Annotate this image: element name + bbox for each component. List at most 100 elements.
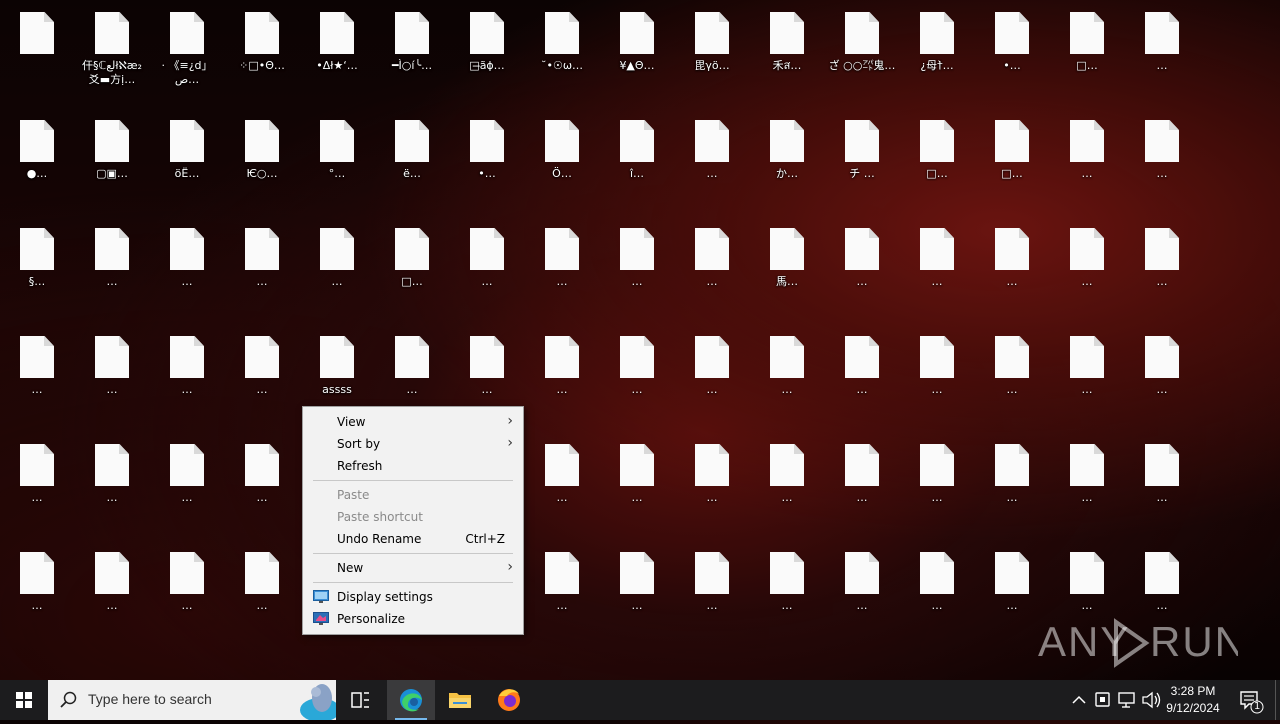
desktop-file-icon[interactable]: 馬… <box>750 220 824 320</box>
desktop-file-icon[interactable]: ˘•☉ω… <box>525 4 599 104</box>
menu-item-new[interactable]: New › <box>303 557 523 579</box>
desktop-file-icon[interactable]: … <box>1050 112 1124 212</box>
desktop-file-icon[interactable]: î… <box>600 112 674 212</box>
desktop-file-icon[interactable]: … <box>1050 328 1124 428</box>
desktop-file-icon[interactable]: □̶ãɸ… <box>450 4 524 104</box>
menu-item-display-settings[interactable]: Display settings <box>303 586 523 608</box>
desktop-file-icon[interactable]: □… <box>900 112 974 212</box>
desktop-file-icon[interactable]: □… <box>375 220 449 320</box>
start-button[interactable] <box>0 680 48 720</box>
desktop-file-icon[interactable]: ë… <box>375 112 449 212</box>
desktop-file-icon[interactable]: か… <box>750 112 824 212</box>
desktop-file-icon[interactable]: ¥▲Θ… <box>600 4 674 104</box>
desktop-file-icon[interactable]: … <box>0 328 74 428</box>
desktop-file-icon[interactable]: … <box>225 436 299 536</box>
desktop-file-icon[interactable]: … <box>1125 4 1199 104</box>
tray-monitor[interactable] <box>1116 680 1138 720</box>
desktop-file-icon[interactable]: §… <box>0 220 74 320</box>
menu-item-sort-by[interactable]: Sort by › <box>303 433 523 455</box>
desktop-file-icon[interactable]: … <box>675 328 749 428</box>
desktop-file-icon[interactable]: 毘γö… <box>675 4 749 104</box>
desktop-file-icon[interactable]: ●… <box>0 112 74 212</box>
desktop-file-icon[interactable]: 禾ส… <box>750 4 824 104</box>
desktop-file-icon[interactable]: ⁘□•Θ… <box>225 4 299 104</box>
clock[interactable]: 3:28 PM 9/12/2024 <box>1160 683 1226 717</box>
desktop-file-icon[interactable]: ‧ 《≡¿d」ص… <box>150 4 224 104</box>
show-hidden-icons-button[interactable] <box>1068 680 1090 720</box>
desktop-file-icon[interactable]: … <box>525 544 599 644</box>
search-input[interactable]: Type here to search <box>48 680 336 720</box>
desktop-file-icon[interactable]: … <box>0 436 74 536</box>
desktop-file-icon[interactable]: … <box>900 544 974 644</box>
desktop-file-icon[interactable]: … <box>600 436 674 536</box>
desktop-file-icon[interactable]: … <box>1125 112 1199 212</box>
desktop-file-icon[interactable]: … <box>75 328 149 428</box>
desktop-file-icon[interactable]: … <box>75 436 149 536</box>
notification-center-button[interactable]: 1 <box>1232 680 1272 720</box>
desktop-file-icon[interactable]: … <box>0 544 74 644</box>
desktop-file-icon[interactable]: Ö… <box>525 112 599 212</box>
desktop-file-icon[interactable]: … <box>825 544 899 644</box>
desktop-file-icon[interactable]: … <box>600 328 674 428</box>
tray-volume[interactable] <box>1140 680 1162 720</box>
desktop-file-icon[interactable]: チ … <box>825 112 899 212</box>
menu-item-undo-rename[interactable]: Undo Rename Ctrl+Z <box>303 528 523 550</box>
desktop-file-icon[interactable]: … <box>975 220 1049 320</box>
desktop-file-icon[interactable]: … <box>75 220 149 320</box>
desktop-file-icon[interactable]: … <box>525 328 599 428</box>
desktop-file-icon[interactable]: ▢▣… <box>75 112 149 212</box>
desktop-file-icon[interactable]: 仠§ℂلعłℵæ₂ 爻▬⽅ị… <box>75 4 149 104</box>
desktop-file-icon[interactable]: … <box>900 436 974 536</box>
desktop-file-icon[interactable]: … <box>1125 328 1199 428</box>
desktop-file-icon[interactable]: •… <box>975 4 1049 104</box>
desktop-file-icon[interactable]: °… <box>300 112 374 212</box>
desktop-file-icon[interactable]: … <box>675 436 749 536</box>
desktop-file-icon[interactable]: … <box>1125 436 1199 536</box>
taskbar-app-file-explorer[interactable] <box>436 680 484 720</box>
desktop-file-icon[interactable]: … <box>1050 220 1124 320</box>
desktop-file-icon[interactable]: •… <box>450 112 524 212</box>
desktop-file-icon[interactable]: ざ ○○㌀鬼… <box>825 4 899 104</box>
desktop-file-icon[interactable]: … <box>825 220 899 320</box>
desktop-file-icon[interactable]: ¿母†̀… <box>900 4 974 104</box>
desktop-file-icon[interactable]: … <box>900 220 974 320</box>
taskbar-app-firefox[interactable] <box>485 680 533 720</box>
desktop-file-icon[interactable]: … <box>1125 220 1199 320</box>
show-desktop-button[interactable] <box>1275 680 1280 720</box>
desktop[interactable]: 仠§ℂلعłℵæ₂ 爻▬⽅ị… ‧ 《≡¿d」ص… ⁘□•Θ… •Δł★‘… ━Ì○í╰… <box>0 0 1280 680</box>
desktop-file-icon[interactable]: ━Ì○í╰… <box>375 4 449 104</box>
desktop-file-icon[interactable]: … <box>675 544 749 644</box>
task-view-button[interactable] <box>338 680 382 720</box>
desktop-file-icon[interactable]: Ѥ○… <box>225 112 299 212</box>
desktop-file-icon[interactable]: … <box>450 220 524 320</box>
desktop-file-icon[interactable]: □… <box>975 112 1049 212</box>
desktop-file-icon[interactable]: •Δł★‘… <box>300 4 374 104</box>
desktop-file-icon[interactable]: … <box>750 328 824 428</box>
taskbar-app-edge[interactable] <box>387 680 435 720</box>
desktop-file-icon[interactable]: … <box>1050 436 1124 536</box>
desktop-file-icon[interactable]: … <box>600 544 674 644</box>
menu-item-refresh[interactable]: Refresh <box>303 455 523 477</box>
tray-network[interactable] <box>1092 680 1114 720</box>
desktop-file-icon[interactable]: … <box>150 436 224 536</box>
desktop-file-icon[interactable]: … <box>150 220 224 320</box>
desktop-file-icon[interactable]: … <box>525 220 599 320</box>
desktop-file-icon[interactable]: … <box>525 436 599 536</box>
desktop-file-icon[interactable]: … <box>600 220 674 320</box>
desktop-file-icon[interactable]: … <box>975 328 1049 428</box>
desktop-file-icon[interactable]: … <box>675 220 749 320</box>
menu-item-personalize[interactable]: Personalize <box>303 608 523 630</box>
desktop-file-icon[interactable]: … <box>750 544 824 644</box>
desktop-file-icon[interactable]: … <box>750 436 824 536</box>
desktop-file-icon[interactable] <box>0 4 74 104</box>
desktop-file-icon[interactable]: … <box>300 220 374 320</box>
desktop-file-icon[interactable]: … <box>975 436 1049 536</box>
desktop-file-icon[interactable]: … <box>225 328 299 428</box>
desktop-file-icon[interactable]: … <box>825 436 899 536</box>
desktop-file-icon[interactable]: … <box>825 328 899 428</box>
desktop-file-icon[interactable]: … <box>675 112 749 212</box>
menu-item-view[interactable]: View › <box>303 411 523 433</box>
desktop-file-icon[interactable]: … <box>225 220 299 320</box>
desktop-file-icon[interactable]: öË… <box>150 112 224 212</box>
desktop-file-icon[interactable]: … <box>225 544 299 644</box>
